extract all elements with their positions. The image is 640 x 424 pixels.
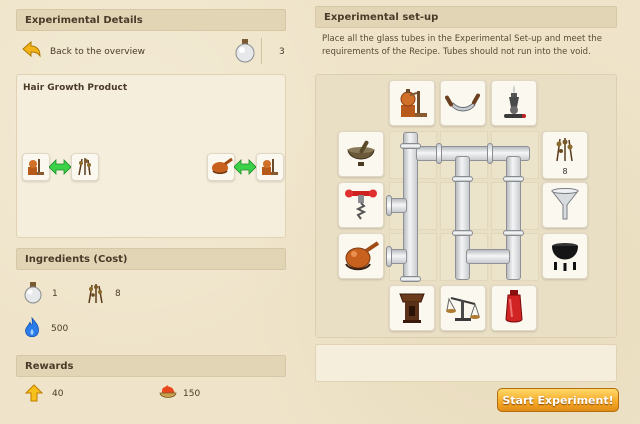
ingredients-title: Ingredients (Cost) <box>25 253 128 265</box>
reward-fire: 150 <box>158 384 200 404</box>
ingredient-flask: 1 <box>22 281 58 308</box>
ingredient-value: 8 <box>115 289 121 299</box>
recipe-start-still-tile <box>22 153 50 181</box>
setup-mortar-tile[interactable] <box>338 131 384 177</box>
glass-tube-counter-icon <box>233 38 257 67</box>
tube-joint <box>400 143 421 149</box>
recipe-end-still-tile <box>256 153 284 181</box>
copper-still-icon <box>259 155 281 180</box>
red-flask-icon <box>502 289 526 328</box>
left-green-arrow-icon <box>48 159 72 178</box>
tube-joint <box>386 246 392 267</box>
mezzaluna-knife-icon <box>445 87 481 120</box>
setup-burner-tile[interactable] <box>491 80 537 126</box>
dried-herb-icon <box>84 281 108 308</box>
back-arrow-icon <box>20 40 42 65</box>
right-green-arrow-icon <box>233 159 257 178</box>
tube-count: 3 <box>279 47 285 57</box>
experimental-details-title: Experimental Details <box>25 14 143 26</box>
glass-funnel-icon <box>550 187 580 224</box>
setup-funnel-tile[interactable] <box>542 182 588 228</box>
dried-herb-icon <box>74 155 96 180</box>
tube-joint <box>452 230 473 236</box>
reward-experience: 40 <box>24 383 64 405</box>
ingredient-flame: 500 <box>22 316 69 342</box>
tube-joint <box>386 195 392 216</box>
setup-still-tile[interactable] <box>389 80 435 126</box>
ingredient-value: 500 <box>51 324 69 334</box>
ingredient-herb: 8 <box>84 282 121 306</box>
mortar-pestle-icon <box>344 138 378 171</box>
experimental-setup-title: Experimental set-up <box>324 11 439 23</box>
counter-divider <box>261 38 262 64</box>
fire-bowl-icon <box>158 384 178 405</box>
glass-tube[interactable] <box>466 249 510 264</box>
yellow-arrow-icon <box>24 383 44 405</box>
recipe-end-retort-tile <box>207 153 235 181</box>
experimental-setup-header: Experimental set-up <box>315 6 617 28</box>
setup-retort-tile[interactable] <box>338 233 384 279</box>
ingredients-header: Ingredients (Cost) <box>16 248 286 270</box>
blue-flame-icon <box>22 316 42 342</box>
tube-joint <box>487 143 493 164</box>
setup-brazier-tile[interactable] <box>389 285 435 331</box>
recipe-start-herb-tile <box>71 153 99 181</box>
brazier-icon <box>397 290 427 327</box>
result-panel <box>315 344 617 382</box>
setup-instructions: Place all the glass tubes in the Experim… <box>322 34 602 57</box>
black-cauldron-icon <box>548 238 582 275</box>
setup-corkscrew-tile[interactable] <box>338 182 384 228</box>
recipe-panel: Hair Growth Product <box>16 74 286 238</box>
setup-mezzaluna-tile[interactable] <box>440 80 486 126</box>
setup-herb-tile[interactable]: 8 <box>542 131 588 179</box>
dried-herb-icon <box>551 135 579 166</box>
copper-still-icon <box>25 155 47 180</box>
copper-retort-icon <box>342 238 380 275</box>
copper-retort-icon <box>209 155 233 180</box>
bunsen-burner-icon <box>499 83 529 124</box>
red-corkscrew-icon <box>344 186 378 225</box>
tube-joint <box>503 230 524 236</box>
balance-scale-icon <box>445 290 481 327</box>
tube-joint <box>400 276 421 282</box>
back-label: Back to the overview <box>50 47 146 57</box>
herb-count: 8 <box>562 167 568 176</box>
setup-cauldron-tile[interactable] <box>542 233 588 279</box>
back-to-overview-link[interactable]: Back to the overview <box>20 40 146 65</box>
copper-still-icon <box>395 85 429 122</box>
start-experiment-button[interactable]: Start Experiment! <box>497 388 619 412</box>
tube-joint <box>436 143 442 164</box>
tube-joint <box>503 176 524 182</box>
setup-scale-tile[interactable] <box>440 285 486 331</box>
rewards-header: Rewards <box>16 355 286 377</box>
experimental-details-header: Experimental Details <box>16 9 286 31</box>
rewards-title: Rewards <box>25 360 74 372</box>
glass-flask-icon <box>22 281 44 308</box>
ingredient-value: 1 <box>52 289 58 299</box>
setup-red-flask-tile[interactable] <box>491 285 537 331</box>
recipe-title: Hair Growth Product <box>23 83 128 93</box>
reward-value: 40 <box>52 389 64 399</box>
reward-value: 150 <box>183 389 201 399</box>
tube-joint <box>452 176 473 182</box>
